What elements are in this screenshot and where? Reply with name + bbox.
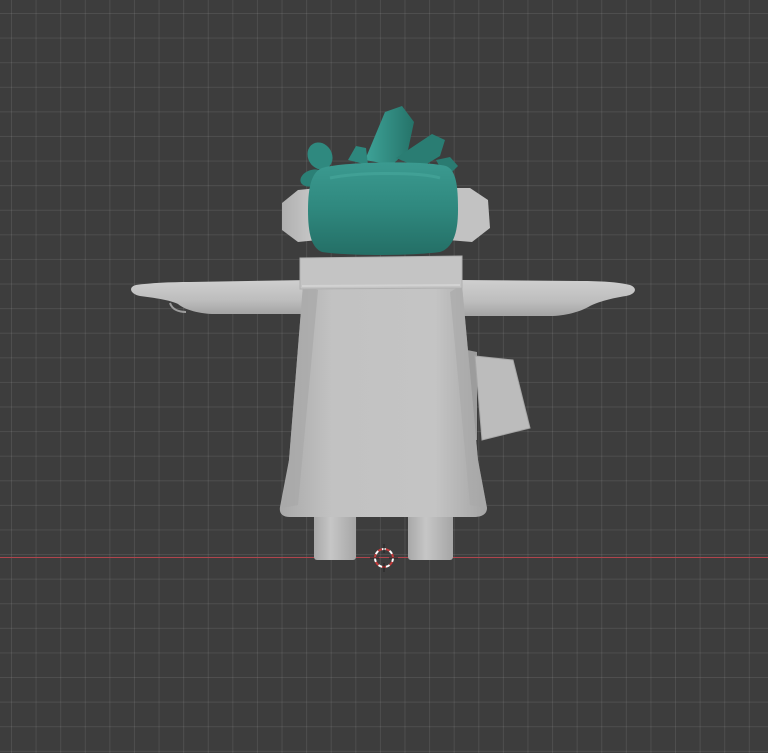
3d-viewport[interactable]	[0, 0, 768, 753]
right-arm[interactable]	[460, 280, 635, 316]
viewport-canvas[interactable]	[0, 0, 768, 753]
backpack-face[interactable]	[474, 355, 531, 441]
collar-lower-edge	[301, 284, 461, 287]
collar[interactable]	[299, 255, 463, 290]
backpack-patch[interactable]	[467, 350, 531, 441]
left-arm[interactable]	[131, 280, 310, 314]
hair-spike-mid[interactable]	[348, 146, 368, 165]
